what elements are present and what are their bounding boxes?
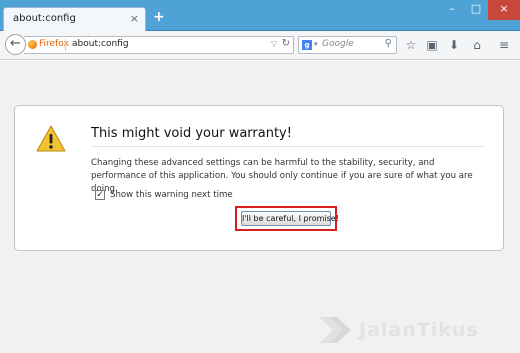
tab-title: about:config <box>13 13 76 24</box>
back-button[interactable]: ← <box>5 34 26 55</box>
watermark-text: JalanTikus <box>359 319 479 341</box>
menu-icon[interactable]: ≡ <box>496 37 512 53</box>
search-icon[interactable]: ⚲ <box>385 38 392 49</box>
firefox-icon <box>28 39 37 49</box>
title-divider <box>91 146 485 147</box>
url-separator <box>65 39 66 51</box>
home-icon[interactable]: ⌂ <box>469 37 485 53</box>
watermark-arrow-icon <box>319 317 351 343</box>
minimize-button[interactable]: – <box>440 0 464 20</box>
new-tab-button[interactable]: + <box>153 9 165 25</box>
download-icon[interactable]: ⬇ <box>446 37 462 53</box>
search-input[interactable]: Google <box>322 39 354 49</box>
show-warning-checkbox[interactable]: ✓ <box>95 190 105 200</box>
back-icon: ← <box>10 36 21 51</box>
show-warning-label[interactable]: Show this warning next time <box>110 190 233 200</box>
warranty-warning-dialog: This might void your warranty! Changing … <box>14 105 504 251</box>
warning-title: This might void your warranty! <box>91 126 292 141</box>
maximize-button[interactable]: □ <box>464 0 488 20</box>
reading-list-icon[interactable]: ▣ <box>424 37 440 53</box>
window-controls: – □ × <box>440 0 520 20</box>
tab-close-icon[interactable]: × <box>130 12 139 25</box>
i-promise-button[interactable]: I'll be careful, I promise! <box>241 211 339 226</box>
warning-icon <box>36 125 66 152</box>
url-bar[interactable]: Firefox about:config ▽ ↻ <box>24 36 294 54</box>
search-bar[interactable]: g ▾ Google ⚲ <box>298 36 397 54</box>
show-warning-checkbox-row[interactable]: ✓ Show this warning next time <box>95 190 233 200</box>
site-identity[interactable]: Firefox <box>28 39 69 49</box>
search-engine-icon[interactable]: g <box>302 40 312 50</box>
title-bar: about:config × + – □ × <box>0 0 520 31</box>
bookmark-star-icon[interactable]: ☆ <box>403 37 419 53</box>
navigation-toolbar: Firefox about:config ▽ ↻ ← g ▾ Google ⚲ … <box>0 31 520 60</box>
watermark-logo: JalanTikus <box>315 311 515 349</box>
engine-dropdown-icon[interactable]: ▾ <box>314 40 318 48</box>
url-text[interactable]: about:config <box>72 39 129 49</box>
button-highlight-box: I'll be careful, I promise! <box>235 206 339 231</box>
tab-about-config[interactable]: about:config × <box>3 7 146 31</box>
close-window-button[interactable]: × <box>488 0 520 20</box>
dropdown-icon[interactable]: ▽ <box>271 39 277 48</box>
page-content: This might void your warranty! Changing … <box>0 61 520 353</box>
reload-icon[interactable]: ↻ <box>282 38 290 49</box>
